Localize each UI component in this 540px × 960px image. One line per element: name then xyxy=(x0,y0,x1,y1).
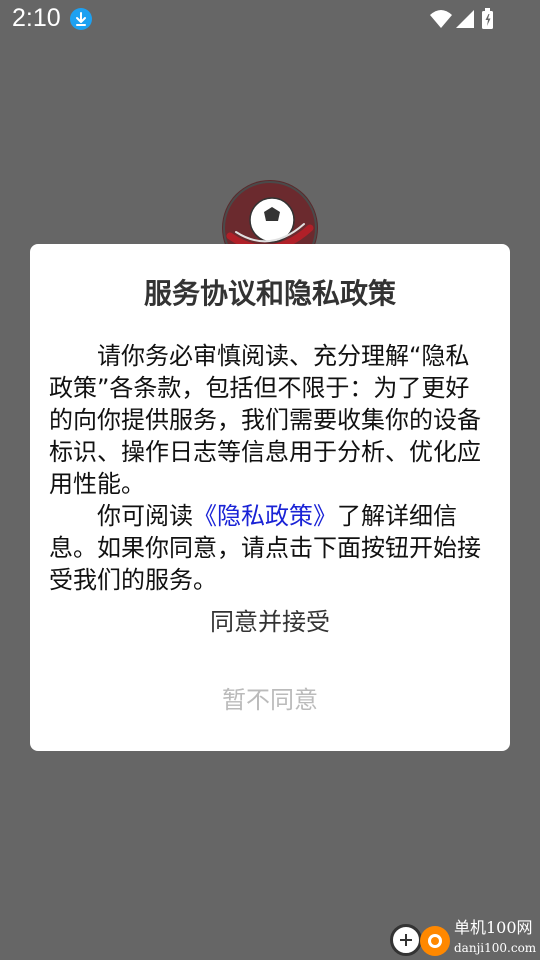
wifi-icon xyxy=(430,10,452,28)
agree-button[interactable]: 同意并接受 xyxy=(130,600,410,644)
paragraph-2-before: 你可阅读 xyxy=(97,502,193,530)
signal-icon xyxy=(456,10,474,28)
dialog-paragraph-2: 你可阅读《隐私政策》了解详细信息。如果你同意，请点击下面按钮开始接受我们的服务。 xyxy=(49,500,493,596)
battery-icon xyxy=(482,8,493,29)
watermark-name: 单机100网 xyxy=(454,918,533,937)
dialog-title: 服务协议和隐私政策 xyxy=(143,277,396,310)
privacy-dialog: 服务协议和隐私政策 请你务必审慎阅读、充分理解“隐私政策”各条款，包括但不限于：… xyxy=(30,244,510,751)
download-icon xyxy=(70,8,92,30)
status-bar: 2:10 xyxy=(0,0,540,36)
privacy-policy-link[interactable]: 《隐私政策》 xyxy=(193,502,337,530)
disagree-button[interactable]: 暂不同意 xyxy=(130,678,410,722)
dialog-body: 请你务必审慎阅读、充分理解“隐私政策”各条款，包括但不限于：为了更好的向你提供服… xyxy=(49,340,493,596)
watermark-logo-icon xyxy=(390,924,422,956)
dialog-paragraph-1: 请你务必审慎阅读、充分理解“隐私政策”各条款，包括但不限于：为了更好的向你提供服… xyxy=(49,342,481,498)
watermark: 单机100网 danji100.com xyxy=(390,918,540,960)
status-icons xyxy=(430,8,502,30)
status-time: 2:10 xyxy=(12,4,61,32)
watermark-url: danji100.com xyxy=(454,941,537,955)
watermark-orange-icon xyxy=(420,926,450,956)
